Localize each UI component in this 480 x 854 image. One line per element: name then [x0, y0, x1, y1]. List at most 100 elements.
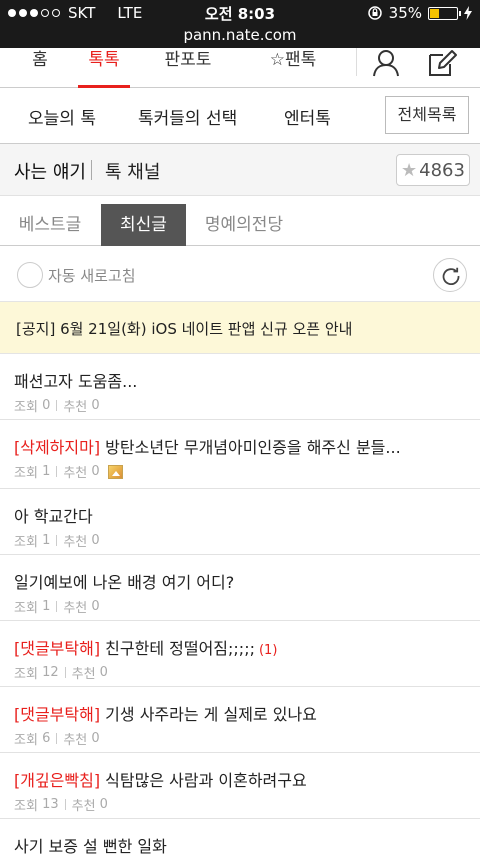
tab-best[interactable]: 베스트글 — [0, 204, 100, 246]
list-item[interactable]: 일기예보에 나온 배경 여기 어디? 조회 1 추천 0 — [0, 555, 480, 621]
battery-percent: 35% — [388, 4, 422, 22]
post-title-text: 아 학교간다 — [14, 507, 93, 526]
list-item[interactable]: 아 학교간다 조회 1 추천 0 — [0, 489, 480, 555]
subnav-enter-talk[interactable]: 엔터톡 — [284, 104, 331, 129]
recs-count: 0 — [99, 797, 108, 812]
post-meta: 조회 12 추천 0 — [14, 663, 108, 682]
post-title: 패션고자 도움좀... — [14, 368, 137, 392]
tab-panphoto[interactable]: 판포토 — [158, 48, 218, 88]
post-title: 사기 보증 설 뻔한 일화 — [14, 833, 167, 854]
list-item[interactable]: [댓글부탁해] 기생 사주라는 게 실제로 있나요 조회 6 추천 0 — [0, 687, 480, 753]
post-title: [개깊은빡침] 식탐많은 사람과 이혼하려구요 — [14, 767, 307, 791]
auto-refresh-label[interactable]: 자동 새로고침 — [48, 265, 136, 286]
tab-hall-of-fame[interactable]: 명예의전당 — [196, 204, 292, 246]
channel-sub[interactable]: 톡 채널 — [105, 158, 160, 184]
list-item[interactable]: [삭제하지마] 방탄소년단 무개념아미인증을 해주신 분들... 조회 1 추천 … — [0, 420, 480, 489]
favorite-button[interactable]: ★ 4863 — [396, 154, 470, 186]
write-icon[interactable] — [426, 48, 458, 78]
views-label: 조회 — [14, 733, 38, 748]
views-count: 1 — [42, 464, 51, 479]
battery-group: 35% — [367, 4, 472, 22]
favorite-count: 4863 — [419, 159, 465, 181]
tab-fantalk[interactable]: ☆팬톡 — [262, 48, 324, 88]
post-title: 아 학교간다 — [14, 503, 93, 527]
post-meta: 조회 1 추천 0 — [14, 531, 100, 550]
views-count: 1 — [42, 533, 51, 548]
post-title-text: 사기 보증 설 뻔한 일화 — [14, 837, 167, 854]
subnav-today-talk[interactable]: 오늘의 톡 — [28, 104, 96, 129]
post-title: [댓글부탁해] 기생 사주라는 게 실제로 있나요 — [14, 701, 317, 725]
all-list-button[interactable]: 전체목록 — [385, 96, 469, 134]
tab-latest[interactable]: 최신글 — [101, 204, 186, 246]
list-item[interactable]: [개깊은빡침] 식탐많은 사람과 이혼하려구요 조회 13 추천 0 — [0, 753, 480, 819]
meta-divider — [56, 466, 58, 477]
post-list: 패션고자 도움좀... 조회 0 추천 0 [삭제하지마] 방탄소년단 무개념아미… — [0, 354, 480, 854]
recs-label: 추천 — [63, 601, 88, 616]
star-outline-icon: ☆ — [269, 50, 285, 70]
recs-label: 추천 — [71, 799, 96, 814]
battery-fill — [430, 8, 439, 18]
meta-divider — [56, 601, 58, 612]
post-tag: [댓글부탁해] — [14, 639, 101, 658]
refresh-row: 자동 새로고침 — [0, 246, 480, 302]
image-attachment-icon — [107, 464, 123, 479]
post-title-text: 식탐많은 사람과 이혼하려구요 — [100, 771, 307, 790]
post-meta: 조회 1 추천 0 — [14, 597, 100, 616]
views-label: 조회 — [14, 466, 38, 481]
recs-label: 추천 — [63, 733, 88, 748]
recs-label: 추천 — [63, 535, 88, 550]
views-label: 조회 — [14, 601, 38, 616]
post-meta: 조회 1 추천 0 — [14, 462, 123, 481]
recs-label: 추천 — [71, 667, 96, 682]
list-item[interactable]: 패션고자 도움좀... 조회 0 추천 0 — [0, 354, 480, 420]
post-title-text: 기생 사주라는 게 실제로 있나요 — [100, 705, 317, 724]
notice-banner[interactable]: [공지] 6월 21일(화) iOS 네이트 판앱 신규 오픈 안내 — [0, 302, 480, 354]
post-title: 일기예보에 나온 배경 여기 어디? — [14, 569, 234, 593]
post-title: [댓글부탁해] 친구한테 정떨어짐;;;;; (1) — [14, 635, 277, 659]
recs-count: 0 — [91, 599, 100, 614]
post-meta: 조회 13 추천 0 — [14, 795, 108, 814]
views-label: 조회 — [14, 667, 38, 682]
meta-divider — [64, 667, 66, 678]
star-icon: ★ — [401, 159, 418, 181]
recs-count: 0 — [91, 731, 100, 746]
channel-divider — [91, 160, 92, 180]
views-label: 조회 — [14, 799, 38, 814]
recs-label: 추천 — [63, 466, 88, 481]
subnav-talkers-choice[interactable]: 톡커들의 선택 — [138, 104, 237, 129]
recs-count: 0 — [91, 464, 100, 479]
post-tag: [삭제하지마] — [14, 438, 101, 457]
tab-home[interactable]: 홈 — [20, 48, 60, 88]
views-label: 조회 — [14, 535, 38, 550]
url-bar[interactable]: pann.nate.com — [0, 26, 480, 48]
recs-count: 0 — [99, 665, 108, 680]
post-title: [삭제하지마] 방탄소년단 무개념아미인증을 해주신 분들... — [14, 434, 401, 458]
refresh-button[interactable] — [433, 258, 467, 292]
list-item[interactable]: 사기 보증 설 뻔한 일화 — [0, 819, 480, 854]
channel-name[interactable]: 사는 얘기 — [14, 158, 86, 184]
meta-divider — [56, 400, 58, 411]
meta-divider — [56, 535, 58, 546]
notice-text: [공지] 6월 21일(화) iOS 네이트 판앱 신규 오픈 안내 — [16, 320, 353, 338]
list-item[interactable]: [댓글부탁해] 친구한테 정떨어짐;;;;; (1) 조회 12 추천 0 — [0, 621, 480, 687]
auto-refresh-checkbox[interactable] — [17, 262, 43, 288]
status-bar: SKT LTE 오전 8:03 35% — [0, 0, 480, 26]
tab-toktok[interactable]: 톡톡 — [78, 48, 130, 88]
channel-header: 사는 얘기 톡 채널 ★ 4863 — [0, 144, 480, 196]
recs-count: 0 — [91, 533, 100, 548]
tab-fantalk-label: 팬톡 — [284, 50, 317, 70]
views-count: 0 — [42, 398, 51, 413]
recs-label: 추천 — [63, 400, 88, 415]
post-title-text: 친구한테 정떨어짐;;;;; — [100, 639, 255, 658]
post-title-text: 방탄소년단 무개념아미인증을 해주신 분들... — [100, 438, 401, 457]
board-tabs: 베스트글 최신글 명예의전당 — [0, 196, 480, 246]
top-nav: 홈 톡톡 판포토 ☆팬톡 — [0, 48, 480, 88]
user-icon[interactable] — [370, 48, 402, 78]
meta-divider — [56, 733, 58, 744]
refresh-icon — [442, 267, 460, 285]
nav-divider — [356, 48, 357, 76]
battery-nub — [459, 10, 461, 16]
sub-nav: 오늘의 톡 톡커들의 선택 엔터톡 전체목록 — [0, 88, 480, 144]
views-label: 조회 — [14, 400, 38, 415]
post-tag: [댓글부탁해] — [14, 705, 101, 724]
